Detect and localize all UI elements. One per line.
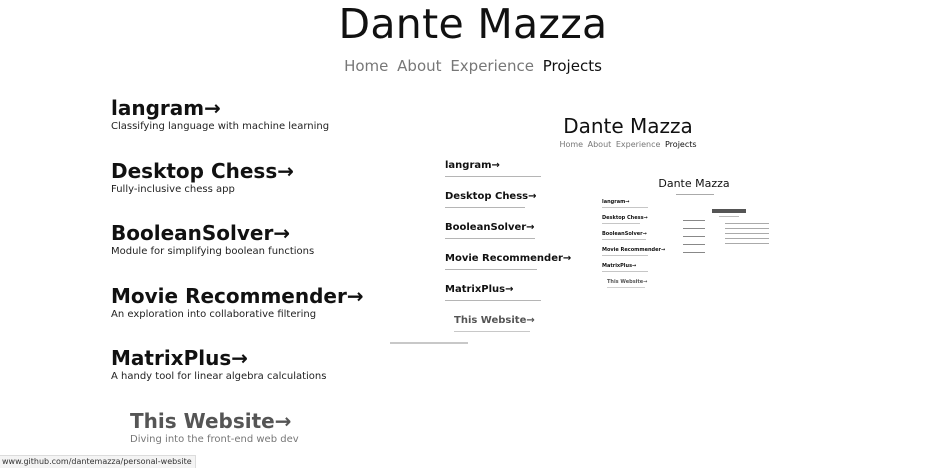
preview-title: Dante Mazza — [563, 114, 693, 138]
project-list: langram→ Classifying language with machi… — [111, 96, 431, 468]
preview-project: MatrixPlus→ — [602, 263, 665, 279]
status-bar-link: www.github.com/dantemazza/personal-websi… — [0, 455, 196, 468]
project-description: Diving into the front-end web dev — [130, 433, 299, 445]
main-nav: Home About Experience Projects — [0, 56, 946, 76]
preview-project-title: Movie Recommender→ — [445, 253, 572, 264]
project-title: BooleanSolver→ — [111, 221, 291, 245]
preview-nav-about: About — [587, 140, 612, 149]
preview-project-title: langram→ — [602, 199, 630, 205]
preview-project: This Website→ — [607, 279, 665, 294]
preview-nav-line — [676, 194, 714, 195]
preview-project: Desktop Chess→ — [602, 215, 665, 231]
preview-nav: Home About Experience Projects — [388, 140, 868, 150]
project-description: Classifying language with machine learni… — [111, 121, 330, 132]
preview-project-list: langram→ Desktop Chess→ BooleanSolver→ M… — [602, 199, 665, 294]
preview-project-list: langram→ Desktop Chess→ BooleanSolver→ M… — [445, 160, 571, 346]
preview-project-title: MatrixPlus→ — [602, 263, 637, 269]
project-movie-recommender[interactable]: Movie Recommender→ An exploration into c… — [111, 284, 431, 347]
preview-project: Desktop Chess→ — [445, 191, 571, 222]
preview-project: langram→ — [602, 199, 665, 215]
project-description: A handy tool for linear algebra calculat… — [111, 371, 327, 382]
site-title: Dante Mazza — [338, 0, 608, 48]
preview-nav-home: Home — [559, 140, 584, 149]
project-title: langram→ — [111, 96, 221, 120]
preview-project-title: BooleanSolver→ — [445, 222, 535, 233]
project-desktop-chess[interactable]: Desktop Chess→ Fully-inclusive chess app — [111, 159, 431, 222]
project-description: Fully-inclusive chess app — [111, 183, 235, 195]
preview-project-desc-line — [445, 269, 537, 270]
preview-project-title: langram→ — [445, 160, 500, 171]
page: Dante Mazza Home About Experience Projec… — [0, 0, 946, 468]
preview-title: Dante Mazza — [658, 177, 730, 190]
preview-project-desc-line — [454, 331, 530, 332]
preview-project-title: Desktop Chess→ — [602, 215, 648, 221]
project-description: Module for simplifying boolean functions — [111, 246, 315, 257]
nav-experience-link[interactable]: Experience — [450, 57, 534, 75]
preview-project-title: This Website→ — [607, 279, 648, 285]
preview-project-desc-line — [445, 207, 525, 208]
preview-nav-projects: Projects — [665, 140, 697, 149]
preview-project-marks — [683, 220, 705, 260]
preview-project-title: Movie Recommender→ — [602, 247, 666, 253]
preview-deepest — [725, 223, 769, 247]
preview-project-desc-line — [445, 300, 541, 301]
project-description: An exploration into collaborative filter… — [111, 308, 317, 320]
preview-project-desc-line — [602, 207, 648, 208]
project-matrixplus[interactable]: MatrixPlus→ A handy tool for linear alge… — [111, 346, 431, 409]
preview-project-desc-line — [445, 176, 541, 177]
preview-project-title: This Website→ — [454, 315, 535, 326]
preview-project-desc-line — [602, 223, 640, 224]
nav-projects-link[interactable]: Projects — [543, 57, 602, 75]
preview-project: This Website→ — [454, 315, 571, 346]
project-title: MatrixPlus→ — [111, 346, 248, 370]
nav-about-link[interactable]: About — [397, 57, 441, 75]
preview-project: MatrixPlus→ — [445, 284, 571, 315]
project-title: Desktop Chess→ — [111, 158, 294, 183]
preview-project: langram→ — [445, 160, 571, 191]
preview-status-line — [390, 342, 468, 344]
preview-project-title: Desktop Chess→ — [445, 191, 537, 202]
website-preview-nested: Dante Mazza langram→ Desktop Chess→ Bool… — [574, 174, 814, 294]
preview-project-title: MatrixPlus→ — [445, 284, 514, 295]
preview-project: Movie Recommender→ — [445, 253, 571, 284]
project-title: This Website→ — [130, 408, 292, 433]
preview-nav-line — [719, 216, 739, 217]
preview-project: BooleanSolver→ — [602, 231, 665, 247]
website-preview-nested-deep — [669, 207, 789, 267]
preview-project-desc-line — [607, 287, 645, 288]
project-title: Movie Recommender→ — [111, 283, 364, 308]
project-booleansolver[interactable]: BooleanSolver→ Module for simplifying bo… — [111, 221, 431, 284]
preview-project-desc-line — [602, 271, 648, 272]
project-langram[interactable]: langram→ Classifying language with machi… — [111, 96, 431, 159]
preview-project-desc-line — [602, 255, 648, 256]
preview-project: Movie Recommender→ — [602, 247, 665, 263]
preview-title-line — [712, 209, 746, 213]
preview-project-desc-line — [445, 238, 535, 239]
nav-home-link[interactable]: Home — [344, 57, 388, 75]
preview-project: BooleanSolver→ — [445, 222, 571, 253]
preview-project-title: BooleanSolver→ — [602, 231, 647, 237]
website-preview: Dante Mazza Home About Experience Projec… — [388, 108, 868, 348]
preview-project-desc-line — [602, 239, 646, 240]
preview-nav-experience: Experience — [615, 140, 661, 149]
